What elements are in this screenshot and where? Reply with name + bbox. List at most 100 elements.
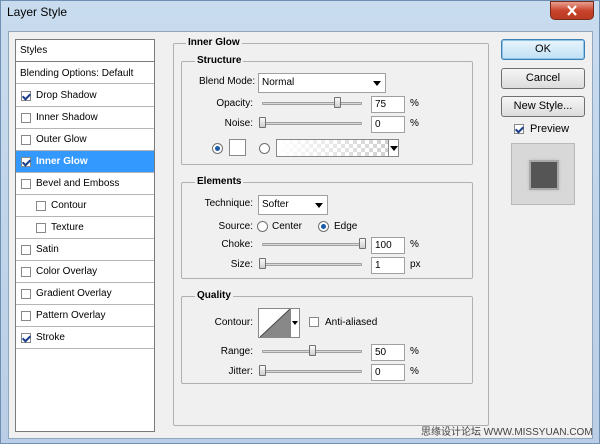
noise-slider-thumb[interactable] — [259, 117, 266, 128]
inner-glow-title: Inner Glow — [186, 37, 242, 48]
range-label: Range: — [220, 346, 253, 357]
watermark-text: 思缘设计论坛 WWW.MISSYUAN.COM — [421, 427, 593, 438]
noise-label: Noise: — [224, 118, 253, 129]
style-checkbox[interactable] — [21, 244, 31, 255]
noise-slider-track[interactable] — [262, 122, 362, 125]
jitter-input[interactable]: 0 — [371, 364, 405, 381]
style-item-color-overlay[interactable]: Color Overlay — [16, 261, 154, 283]
style-item-inner-shadow[interactable]: Inner Shadow — [16, 107, 154, 129]
range-input[interactable]: 50 — [371, 344, 405, 361]
style-item-label: Stroke — [36, 332, 65, 343]
opacity-slider-track[interactable] — [262, 102, 362, 105]
gradient-radio[interactable] — [259, 143, 270, 154]
size-input[interactable]: 1 — [371, 257, 405, 274]
contour-picker[interactable] — [258, 308, 300, 338]
blend-mode-dropdown[interactable]: Normal — [258, 73, 386, 93]
style-item-label: Texture — [51, 222, 84, 233]
jitter-slider-thumb[interactable] — [259, 365, 266, 376]
window-title: Layer Style — [7, 5, 68, 19]
style-preview — [511, 143, 575, 205]
preview-swatch — [529, 160, 559, 190]
glow-color-swatch[interactable] — [229, 139, 246, 156]
range-slider-thumb[interactable] — [309, 345, 316, 356]
size-unit: px — [410, 259, 421, 270]
style-item-drop-shadow[interactable]: Drop Shadow — [16, 85, 154, 107]
style-item-satin[interactable]: Satin — [16, 239, 154, 261]
jitter-unit: % — [410, 366, 419, 377]
styles-header[interactable]: Styles — [16, 40, 154, 62]
style-checkbox[interactable] — [21, 90, 31, 101]
size-slider-track[interactable] — [262, 263, 362, 266]
style-checkbox[interactable] — [21, 112, 31, 123]
jitter-slider-track[interactable] — [262, 370, 362, 373]
style-item-label: Inner Glow — [36, 156, 88, 167]
layer-style-dialog: Layer Style Styles Blending Options: Def… — [0, 0, 600, 444]
style-checkbox[interactable] — [21, 288, 31, 299]
style-item-label: Outer Glow — [36, 134, 87, 145]
style-checkbox[interactable] — [21, 310, 31, 321]
style-item-pattern-overlay[interactable]: Pattern Overlay — [16, 305, 154, 327]
blending-options-item[interactable]: Blending Options: Default — [16, 63, 154, 84]
anti-aliased-checkbox[interactable] — [309, 317, 319, 327]
chevron-down-icon — [390, 146, 398, 151]
source-center-label[interactable]: Center — [272, 221, 302, 232]
choke-slider-thumb[interactable] — [359, 238, 366, 249]
style-item-texture[interactable]: Texture — [16, 217, 154, 239]
choke-slider-track[interactable] — [262, 243, 362, 246]
jitter-label: Jitter: — [228, 366, 253, 377]
source-edge-label[interactable]: Edge — [334, 221, 357, 232]
preview-checkbox[interactable] — [514, 124, 524, 134]
technique-label: Technique: — [204, 198, 253, 209]
blending-options-label: Blending Options: Default — [20, 67, 134, 79]
opacity-label: Opacity: — [216, 98, 253, 109]
range-unit: % — [410, 346, 419, 357]
choke-input[interactable]: 100 — [371, 237, 405, 254]
source-center-radio[interactable] — [257, 221, 268, 232]
structure-title: Structure — [195, 55, 244, 66]
source-edge-radio[interactable] — [318, 221, 329, 232]
style-checkbox[interactable] — [21, 266, 31, 277]
styles-list: Styles Blending Options: Default Drop Sh… — [15, 39, 155, 432]
style-checkbox[interactable] — [21, 156, 31, 167]
style-checkbox[interactable] — [21, 134, 31, 145]
opacity-unit: % — [410, 98, 419, 109]
opacity-input[interactable]: 75 — [371, 96, 405, 113]
choke-unit: % — [410, 239, 419, 250]
new-style-button[interactable]: New Style... — [501, 96, 585, 117]
contour-dropdown-button[interactable] — [290, 309, 299, 337]
style-item-inner-glow[interactable]: Inner Glow — [16, 151, 154, 173]
gradient-dropdown-button[interactable] — [388, 140, 398, 156]
cancel-button[interactable]: Cancel — [501, 68, 585, 89]
chevron-down-icon — [292, 321, 298, 325]
anti-aliased-label[interactable]: Anti-aliased — [325, 317, 377, 328]
size-slider-thumb[interactable] — [259, 258, 266, 269]
style-item-bevel-and-emboss[interactable]: Bevel and Emboss — [16, 173, 154, 195]
style-item-label: Color Overlay — [36, 266, 98, 277]
style-item-outer-glow[interactable]: Outer Glow — [16, 129, 154, 151]
style-checkbox[interactable] — [36, 200, 46, 211]
close-button[interactable] — [550, 1, 594, 20]
style-checkbox[interactable] — [21, 332, 31, 343]
style-checkbox[interactable] — [21, 178, 31, 189]
style-item-stroke[interactable]: Stroke — [16, 327, 154, 349]
size-label: Size: — [230, 259, 253, 270]
source-label: Source: — [218, 221, 253, 232]
noise-unit: % — [410, 118, 419, 129]
noise-input[interactable]: 0 — [371, 116, 405, 133]
preview-label[interactable]: Preview — [530, 123, 569, 135]
elements-title: Elements — [195, 176, 244, 187]
ok-button[interactable]: OK — [501, 39, 585, 60]
gradient-picker[interactable] — [276, 139, 399, 157]
style-item-gradient-overlay[interactable]: Gradient Overlay — [16, 283, 154, 305]
chevron-down-icon — [373, 81, 381, 86]
title-bar[interactable]: Layer Style — [1, 1, 599, 25]
style-item-label: Inner Shadow — [36, 112, 98, 123]
style-item-label: Satin — [36, 244, 59, 255]
opacity-slider-thumb[interactable] — [334, 97, 341, 108]
technique-dropdown[interactable]: Softer — [258, 195, 328, 215]
color-radio[interactable] — [212, 143, 223, 154]
quality-title: Quality — [195, 290, 233, 301]
style-item-label: Gradient Overlay — [36, 288, 112, 299]
style-item-contour[interactable]: Contour — [16, 195, 154, 217]
style-checkbox[interactable] — [36, 222, 46, 233]
